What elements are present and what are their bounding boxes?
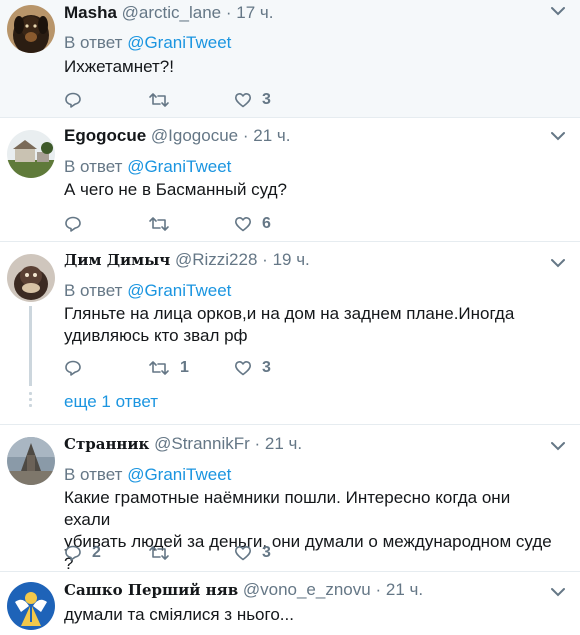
- tweet-2[interactable]: Egogocue @Igogocue · 21 ч. В ответ @Gran…: [0, 118, 580, 241]
- retweet-icon: [149, 93, 169, 107]
- retweet-icon: [149, 546, 169, 560]
- display-name[interactable]: Сашко Перший няв: [64, 581, 238, 599]
- separator-dot: ·: [262, 250, 268, 269]
- separator-dot: ·: [375, 580, 382, 599]
- display-name[interactable]: Egogocue: [64, 126, 146, 145]
- tweet-header: Egogocue @Igogocue · 21 ч.: [64, 126, 290, 146]
- timestamp[interactable]: 21 ч.: [265, 434, 302, 453]
- tweet-text: А чего не в Басманный суд?: [64, 180, 287, 199]
- tweet-3[interactable]: Дим Димыч @Rizzi228 · 19 ч. В ответ @Gra…: [0, 242, 580, 424]
- show-more-replies-link[interactable]: еще 1 ответ: [64, 392, 158, 412]
- timestamp[interactable]: 21 ч.: [386, 580, 423, 599]
- avatar-strannik[interactable]: [7, 437, 55, 485]
- like-icon: [235, 93, 251, 108]
- tweet-header: Странник @StrannikFr · 21 ч.: [64, 434, 302, 454]
- like-count: 3: [262, 544, 271, 561]
- tweet-text-line: Какие грамотные наёмники пошли. Интересн…: [64, 488, 511, 529]
- timestamp[interactable]: 19 ч.: [273, 250, 310, 269]
- tweet-text: Ихжетамнет?!: [64, 57, 174, 76]
- reply-button[interactable]: [64, 358, 82, 378]
- tweet-actions: 3: [64, 90, 364, 110]
- chevron-down-icon[interactable]: [551, 258, 565, 268]
- reply-context: В ответ @GraniTweet: [64, 465, 231, 485]
- tweet-actions: 6: [64, 214, 364, 234]
- reply-to-link[interactable]: @GraniTweet: [127, 281, 231, 300]
- tweet-actions: 1 3: [64, 358, 364, 378]
- reply-to-link[interactable]: @GraniTweet: [127, 157, 231, 176]
- retweet-icon: [149, 217, 169, 231]
- reply-icon: [65, 360, 81, 376]
- retweet-icon: [149, 361, 169, 375]
- reply-button[interactable]: 2: [64, 543, 101, 563]
- chevron-down-icon[interactable]: [551, 587, 565, 597]
- reply-count: 2: [92, 544, 101, 561]
- user-handle[interactable]: @vono_e_znovu: [243, 580, 371, 599]
- reply-to-link[interactable]: @GraniTweet: [127, 33, 231, 52]
- retweet-button[interactable]: [148, 543, 170, 563]
- tweet-text-line: удивляюсь кто звал рф: [64, 326, 248, 345]
- like-count: 3: [262, 91, 271, 108]
- tweet-header: Дим Димыч @Rizzi228 · 19 ч.: [64, 250, 310, 270]
- retweet-button[interactable]: [148, 90, 170, 110]
- user-handle[interactable]: @Igogocue: [151, 126, 238, 145]
- like-button[interactable]: 3: [234, 90, 271, 110]
- tweet-1[interactable]: Masha @arctic_lane · 17 ч. В ответ @Gran…: [0, 0, 580, 117]
- thread-line: [29, 306, 32, 386]
- avatar-egogocue[interactable]: [7, 130, 55, 178]
- like-button[interactable]: 3: [234, 543, 271, 563]
- avatar-masha[interactable]: [7, 5, 55, 53]
- reply-to-link[interactable]: @GraniTweet: [127, 465, 231, 484]
- like-button[interactable]: 6: [234, 214, 271, 234]
- reply-button[interactable]: [64, 214, 82, 234]
- tweet-header: Masha @arctic_lane · 17 ч.: [64, 3, 273, 23]
- separator-dot: ·: [242, 126, 249, 145]
- avatar-dim-dimych[interactable]: [7, 254, 55, 302]
- reply-button[interactable]: [64, 90, 82, 110]
- reply-prefix: В ответ: [64, 157, 123, 176]
- tweet-4[interactable]: Странник @StrannikFr · 21 ч. В ответ @Gr…: [0, 425, 580, 573]
- tweet-text: Гляньте на лица орков,и на дом на заднем…: [64, 303, 554, 347]
- tweet-header: Сашко Перший няв @vono_e_znovu · 21 ч.: [64, 580, 423, 600]
- chevron-down-icon[interactable]: [551, 131, 565, 141]
- like-icon: [235, 361, 251, 376]
- reply-icon: [65, 92, 81, 108]
- chevron-down-icon[interactable]: [551, 441, 565, 451]
- display-name[interactable]: Masha: [64, 3, 117, 22]
- separator-dot: ·: [254, 434, 261, 453]
- user-handle[interactable]: @Rizzi228: [175, 250, 257, 269]
- retweet-button[interactable]: 1: [148, 358, 189, 378]
- avatar-sashko[interactable]: [7, 582, 55, 630]
- retweet-count: 1: [180, 359, 189, 376]
- timestamp[interactable]: 17 ч.: [236, 3, 273, 22]
- tweet-actions: 2 3: [64, 543, 364, 563]
- reply-icon: [65, 545, 81, 561]
- like-count: 6: [262, 215, 271, 232]
- display-name[interactable]: Странник: [64, 435, 149, 453]
- like-button[interactable]: 3: [234, 358, 271, 378]
- tweet-text-line: Гляньте на лица орков,и на дом на заднем…: [64, 304, 515, 323]
- like-count: 3: [262, 359, 271, 376]
- thread-dots: [29, 392, 32, 410]
- reply-context: В ответ @GraniTweet: [64, 33, 231, 53]
- timestamp[interactable]: 21 ч.: [253, 126, 290, 145]
- reply-context: В ответ @GraniTweet: [64, 157, 231, 177]
- user-handle[interactable]: @StrannikFr: [154, 434, 250, 453]
- chevron-down-icon[interactable]: [551, 6, 565, 16]
- retweet-button[interactable]: [148, 214, 170, 234]
- user-handle[interactable]: @arctic_lane: [122, 3, 221, 22]
- separator-dot: ·: [225, 3, 232, 22]
- like-icon: [235, 546, 251, 561]
- reply-prefix: В ответ: [64, 465, 123, 484]
- reply-prefix: В ответ: [64, 281, 123, 300]
- reply-prefix: В ответ: [64, 33, 123, 52]
- tweet-5[interactable]: Сашко Перший няв @vono_e_znovu · 21 ч. д…: [0, 572, 580, 635]
- display-name[interactable]: Дим Димыч: [64, 251, 170, 269]
- reply-context: В ответ @GraniTweet: [64, 281, 231, 301]
- reply-icon: [65, 216, 81, 232]
- tweet-text: думали та сміялися з нього...: [64, 605, 294, 624]
- like-icon: [235, 217, 251, 232]
